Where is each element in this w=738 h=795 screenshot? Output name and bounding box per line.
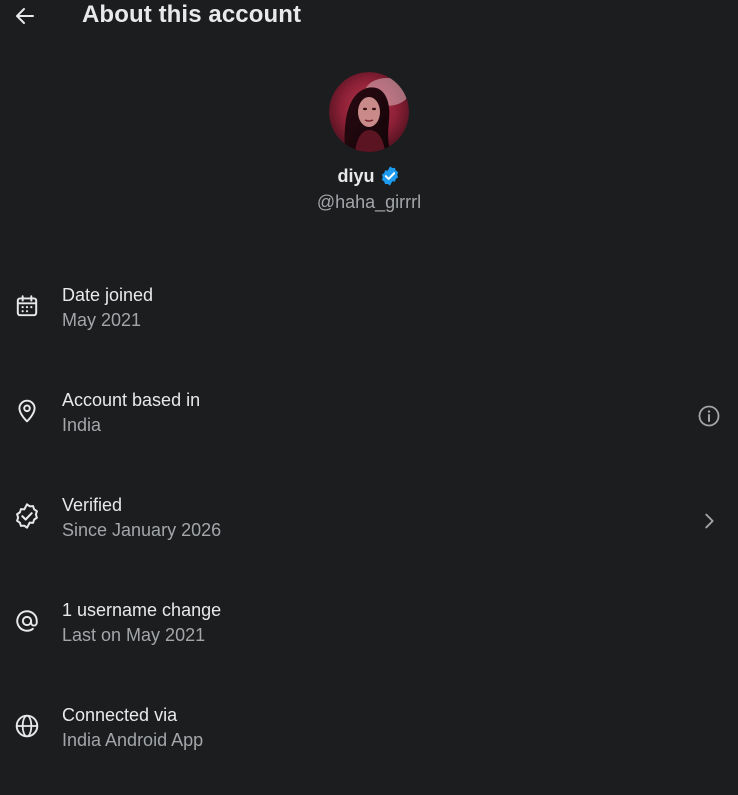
verified-badge-icon [379, 165, 401, 187]
row-connected-via: Connected via India Android App [0, 690, 738, 795]
verified-check-icon [13, 502, 41, 530]
header-bar: About this account [0, 0, 738, 34]
arrow-left-icon [16, 8, 34, 24]
page-title: About this account [82, 1, 302, 28]
account-info-list: Date joined May 2021 Account based in In… [0, 270, 738, 795]
row-label: Date joined [62, 285, 154, 305]
row-text: Connected via India Android App [62, 703, 203, 752]
globe-icon [13, 712, 41, 740]
row-text: 1 username change Last on May 2021 [62, 598, 221, 647]
row-account-based-in: Account based in India [0, 375, 738, 480]
row-text: Date joined May 2021 [62, 283, 153, 332]
row-username-changes: 1 username change Last on May 2021 [0, 585, 738, 690]
name-row: diyu [0, 164, 738, 188]
row-label: Account based in [62, 390, 201, 410]
row-value: May 2021 [62, 310, 142, 330]
row-label: Connected via [62, 705, 178, 725]
row-value: India [62, 415, 102, 435]
row-value: Last on May 2021 [62, 625, 206, 645]
row-value: Since January 2026 [62, 520, 222, 540]
chevron-right-icon [705, 513, 714, 529]
row-text: Account based in India [62, 388, 200, 437]
row-date-joined: Date joined May 2021 [0, 270, 738, 375]
row-label: 1 username change [62, 600, 222, 620]
avatar[interactable] [329, 72, 409, 152]
row-text: Verified Since January 2026 [62, 493, 221, 542]
row-verified[interactable]: Verified Since January 2026 [0, 480, 738, 585]
profile-photo-image [329, 72, 409, 152]
row-label: Verified [62, 495, 123, 515]
display-name: diyu [337, 165, 375, 186]
info-icon [698, 405, 720, 427]
profile-summary: diyu @haha_girrrl [0, 72, 738, 213]
info-button[interactable] [696, 403, 722, 429]
row-value: India Android App [62, 730, 204, 750]
location-pin-icon [13, 397, 41, 425]
at-sign-icon [13, 607, 41, 635]
username-handle: @haha_girrrl [316, 192, 422, 212]
verified-details-button[interactable] [696, 508, 722, 534]
calendar-icon [13, 292, 41, 320]
back-button[interactable] [10, 2, 40, 30]
